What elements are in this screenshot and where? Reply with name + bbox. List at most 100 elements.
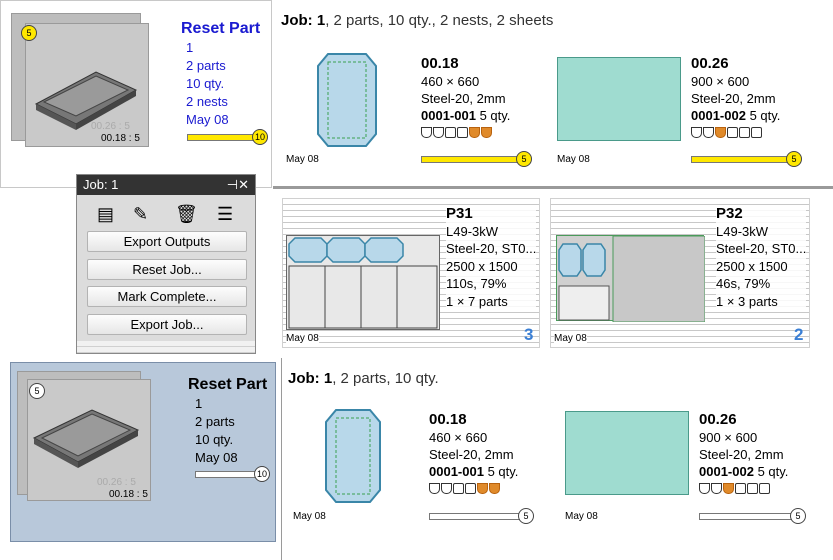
progress-badge: 5 [518, 508, 534, 524]
nest-card[interactable]: P32 L49-3kW Steel-20, ST0... 2500 x 1500… [550, 198, 810, 348]
panel-title: Job: 1 [83, 177, 119, 192]
nest-count: 3 [524, 325, 534, 344]
panel-header[interactable]: Job: 1 ⊣✕ [77, 175, 255, 195]
part-outline-icon [317, 53, 377, 147]
part-line: 1 [195, 396, 203, 411]
part-line: 2 parts [195, 414, 235, 429]
part-line: 10 qty. [195, 432, 234, 447]
trash-icon[interactable]: 🗑 [175, 205, 198, 223]
progress-badge: 10 [254, 466, 270, 482]
progress-badge: 5 [516, 151, 532, 167]
part-date: May 08 [557, 154, 590, 165]
part-line: May 08 [195, 450, 238, 465]
tool-icon [465, 483, 476, 494]
tool-icon [751, 127, 762, 138]
part-line: May 08 [186, 112, 229, 127]
panel-nav[interactable] [77, 341, 255, 353]
nest-date: May 08 [554, 333, 587, 344]
part-info: Reset Part 1 2 parts 10 qty. May 08 [188, 375, 267, 467]
part-details: 00.26 900 × 600 Steel-20, 2mm 0001-002 5… [699, 410, 788, 494]
report-icon[interactable]: ☰ [217, 205, 233, 223]
progress-bar: 5 [429, 508, 534, 524]
tool-icon [723, 483, 734, 494]
progress-bar: 5 [691, 151, 802, 167]
export-job-button[interactable]: Export Job... [87, 314, 247, 335]
progress-bar: 5 [421, 151, 532, 167]
column-divider [281, 358, 282, 560]
tool-icon [739, 127, 750, 138]
tool-icon [699, 483, 710, 494]
tool-icon [759, 483, 770, 494]
pin-close-icon[interactable]: ⊣✕ [227, 175, 249, 195]
progress-badge: 5 [786, 151, 802, 167]
operation-icons [429, 483, 518, 494]
tool-icon [441, 483, 452, 494]
part-date: May 08 [293, 511, 326, 522]
tool-icon [457, 127, 468, 138]
reset-job-button[interactable]: Reset Job... [87, 259, 247, 280]
tool-icon [477, 483, 488, 494]
thumb-label: 00.18 : 5 [101, 133, 140, 144]
sheet-part-thumb [557, 57, 681, 141]
tool-icon [429, 483, 440, 494]
tool-icon [747, 483, 758, 494]
part-date: May 08 [286, 154, 319, 165]
nest-card[interactable]: P31 L49-3kW Steel-20, ST0... 2500 x 1500… [282, 198, 540, 348]
nest-layout [286, 235, 440, 330]
progress-badge: 10 [252, 129, 268, 145]
part-title: Reset Part [188, 376, 268, 393]
job-panel[interactable]: Job: 1 ⊣✕ ▤ ✎ 🗑 ☰ Export Outputs Reset J… [76, 174, 256, 354]
nest-layout [556, 235, 706, 323]
edit-document-icon[interactable]: ✎ [133, 205, 148, 223]
part-line: 10 qty. [186, 76, 225, 91]
tool-icon [469, 127, 480, 138]
tool-icon [715, 127, 726, 138]
progress-bar: 10 [187, 129, 268, 145]
part-outline-icon [325, 409, 381, 503]
operation-icons [421, 127, 510, 138]
tray-3d-icon [34, 71, 138, 130]
part-info: Reset Part 1 2 parts 10 qty. 2 nests May… [181, 19, 260, 129]
document-icon[interactable]: ▤ [97, 205, 114, 223]
thumb-label: 00.18 : 5 [109, 489, 148, 500]
tool-icon [727, 127, 738, 138]
tool-icon [735, 483, 746, 494]
part-date: May 08 [565, 511, 598, 522]
tool-icon [703, 127, 714, 138]
nest-date: May 08 [286, 333, 319, 344]
thumb-faint-label: 00.26 : 5 [91, 121, 130, 132]
tool-icon [489, 483, 500, 494]
part-line: 2 parts [186, 58, 226, 73]
nest-info: P32 L49-3kW Steel-20, ST0... 2500 x 1500… [716, 205, 807, 310]
part-details: 00.18 460 × 660 Steel-20, 2mm 0001-001 5… [421, 54, 510, 138]
job-header: Job: 1, 2 parts, 10 qty., 2 nests, 2 she… [281, 12, 554, 29]
sheet-part-thumb [565, 411, 689, 495]
part-details: 00.18 460 × 660 Steel-20, 2mm 0001-001 5… [429, 410, 518, 494]
part-title: Reset Part [181, 20, 261, 37]
mark-complete-button[interactable]: Mark Complete... [87, 286, 247, 307]
tool-icon [433, 127, 444, 138]
progress-badge: 5 [790, 508, 806, 524]
section-divider [273, 186, 833, 189]
tool-icon [421, 127, 432, 138]
part-line: 2 nests [186, 94, 228, 109]
tool-icon [711, 483, 722, 494]
tool-icon [481, 127, 492, 138]
nest-info: P31 L49-3kW Steel-20, ST0... 2500 x 1500… [446, 205, 537, 310]
progress-bar: 10 [195, 466, 270, 482]
job-header: Job: 1, 2 parts, 10 qty. [288, 370, 439, 387]
quantity-badge: 5 [21, 25, 37, 41]
part-details: 00.26 900 × 600 Steel-20, 2mm 0001-002 5… [691, 54, 780, 138]
part-line: 1 [186, 40, 194, 55]
thumb-faint-label: 00.26 : 5 [97, 477, 136, 488]
nest-count: 2 [794, 325, 804, 344]
tool-icon [453, 483, 464, 494]
tool-icon [691, 127, 702, 138]
quantity-badge: 5 [29, 383, 45, 399]
tool-icon [445, 127, 456, 138]
operation-icons [699, 483, 788, 494]
operation-icons [691, 127, 780, 138]
part-card-top[interactable]: 00.26 : 5 00.18 : 5 5 Reset Part 1 2 par… [0, 0, 272, 188]
part-card-bottom[interactable]: 00.26 : 5 00.18 : 5 5 Reset Part 1 2 par… [10, 362, 276, 542]
export-outputs-button[interactable]: Export Outputs [87, 231, 247, 252]
